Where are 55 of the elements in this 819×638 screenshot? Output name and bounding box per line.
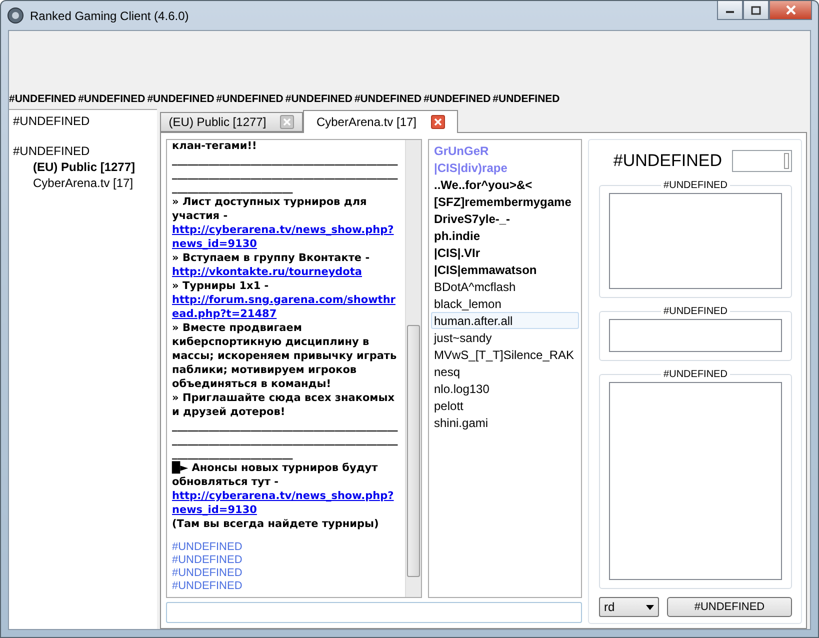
menu-item[interactable]: #UNDEFINED	[354, 93, 422, 105]
chat-link[interactable]: http://vkontakte.ru/tourneydota	[172, 265, 401, 279]
chat-message: » Вместе продвигаем киберспортикную дисциплину в массы; искореняем привычку играть паблики; мотивируем игроков объединяться в команды!	[172, 321, 398, 391]
system-message: #UNDEFINED	[172, 554, 244, 567]
group-title: #UNDEFINED	[662, 180, 728, 191]
user-item[interactable]: shini.gami	[431, 414, 579, 431]
chat-message: _____________________________________________________________________________________________________________	[172, 153, 399, 195]
group-title: #UNDEFINED	[662, 306, 728, 317]
chat-message: » Вступаем в группу Вконтакте - http://vkontakte.ru/tourneydota	[172, 251, 401, 279]
user-item[interactable]: GrUnGeR	[431, 142, 579, 159]
user-item[interactable]: DriveS7yle-_-	[431, 210, 579, 227]
window-title: Ranked Gaming Client (4.6.0)	[30, 8, 190, 22]
user-item[interactable]: human.after.all	[431, 312, 579, 329]
user-item[interactable]: black_lemon	[431, 295, 579, 312]
user-item[interactable]: nlo.log130	[431, 380, 579, 397]
menu-item[interactable]: #UNDEFINED	[492, 93, 560, 105]
menu-item[interactable]: #UNDEFINED	[78, 93, 146, 105]
system-message: #UNDEFINED	[172, 580, 244, 593]
chat-message: » Турниры 1x1 - http://forum.sng.garena.com/showthread.php?t=21487	[172, 279, 401, 321]
channel-tab[interactable]: (EU) Public [1277]	[160, 112, 303, 132]
menu-item[interactable]: #UNDEFINED	[216, 93, 284, 105]
group-title: #UNDEFINED	[662, 369, 728, 380]
chat-message: » Приглашайте сюда всех знакомых и друзей дотеров!	[172, 391, 396, 419]
system-message: #UNDEFINED	[172, 567, 244, 580]
user-item[interactable]: [SFZ]remembermygame	[431, 193, 579, 210]
user-item[interactable]: BDotA^mcflash	[431, 278, 579, 295]
user-item[interactable]: ph.indie	[431, 227, 579, 244]
user-item[interactable]: nesq	[431, 363, 579, 380]
dropdown[interactable]: rd	[599, 597, 659, 617]
chat-link[interactable]: http://cyberarena.tv/news_show.php?news_id=9130	[172, 489, 401, 517]
chat-link[interactable]: http://cyberarena.tv/news_show.php?news_id=9130	[172, 223, 401, 251]
user-item[interactable]: pelott	[431, 397, 579, 414]
chat-message: клан-тегами!!	[172, 140, 258, 153]
user-item[interactable]: |CIS|.VIr	[431, 244, 579, 261]
user-item[interactable]: MVwS_[T_T]Silence_RAK	[431, 346, 579, 363]
user-item[interactable]: |CIS|div)rape	[431, 159, 579, 176]
tree-item[interactable]: (EU) Public [1277]	[33, 159, 153, 175]
menu-item[interactable]: #UNDEFINED	[424, 93, 491, 105]
menu-item[interactable]: #UNDEFINED	[285, 93, 352, 105]
user-item[interactable]: just~sandy	[431, 329, 579, 346]
tree-item[interactable]: CyberArena.tv [17]	[33, 175, 153, 191]
chat-message: █► Анонсы новых турниров будут обновляться тут - http://cyberarena.tv/news_show.php?news_id=9130 (Там вы всегда найдете турниры)	[172, 461, 401, 531]
panel-heading: #UNDEFINED	[613, 151, 722, 171]
chat-message: _____________________________________________________________________________________________________________	[172, 419, 399, 461]
user-item[interactable]: |CIS|emmawatson	[431, 261, 579, 278]
channel-tab[interactable]: CyberArena.tv [17]	[303, 110, 458, 133]
system-message: #UNDEFINED	[172, 541, 244, 554]
chat-link[interactable]: http://forum.sng.garena.com/showthread.php?t=21487	[172, 293, 401, 321]
tree-item[interactable]: #UNDEFINED	[13, 143, 153, 159]
menu-item[interactable]: #UNDEFINED	[9, 93, 76, 105]
user-item[interactable]: ..We..for^you>&<	[431, 176, 579, 193]
tree-item[interactable]: #UNDEFINED	[13, 113, 153, 129]
chat-message: » Лист доступных турниров для участия - http://cyberarena.tv/news_show.php?news_id=9130	[172, 195, 401, 251]
menu-item[interactable]: #UNDEFINED	[147, 93, 214, 105]
action-button[interactable]: #UNDEFINED	[667, 597, 792, 617]
